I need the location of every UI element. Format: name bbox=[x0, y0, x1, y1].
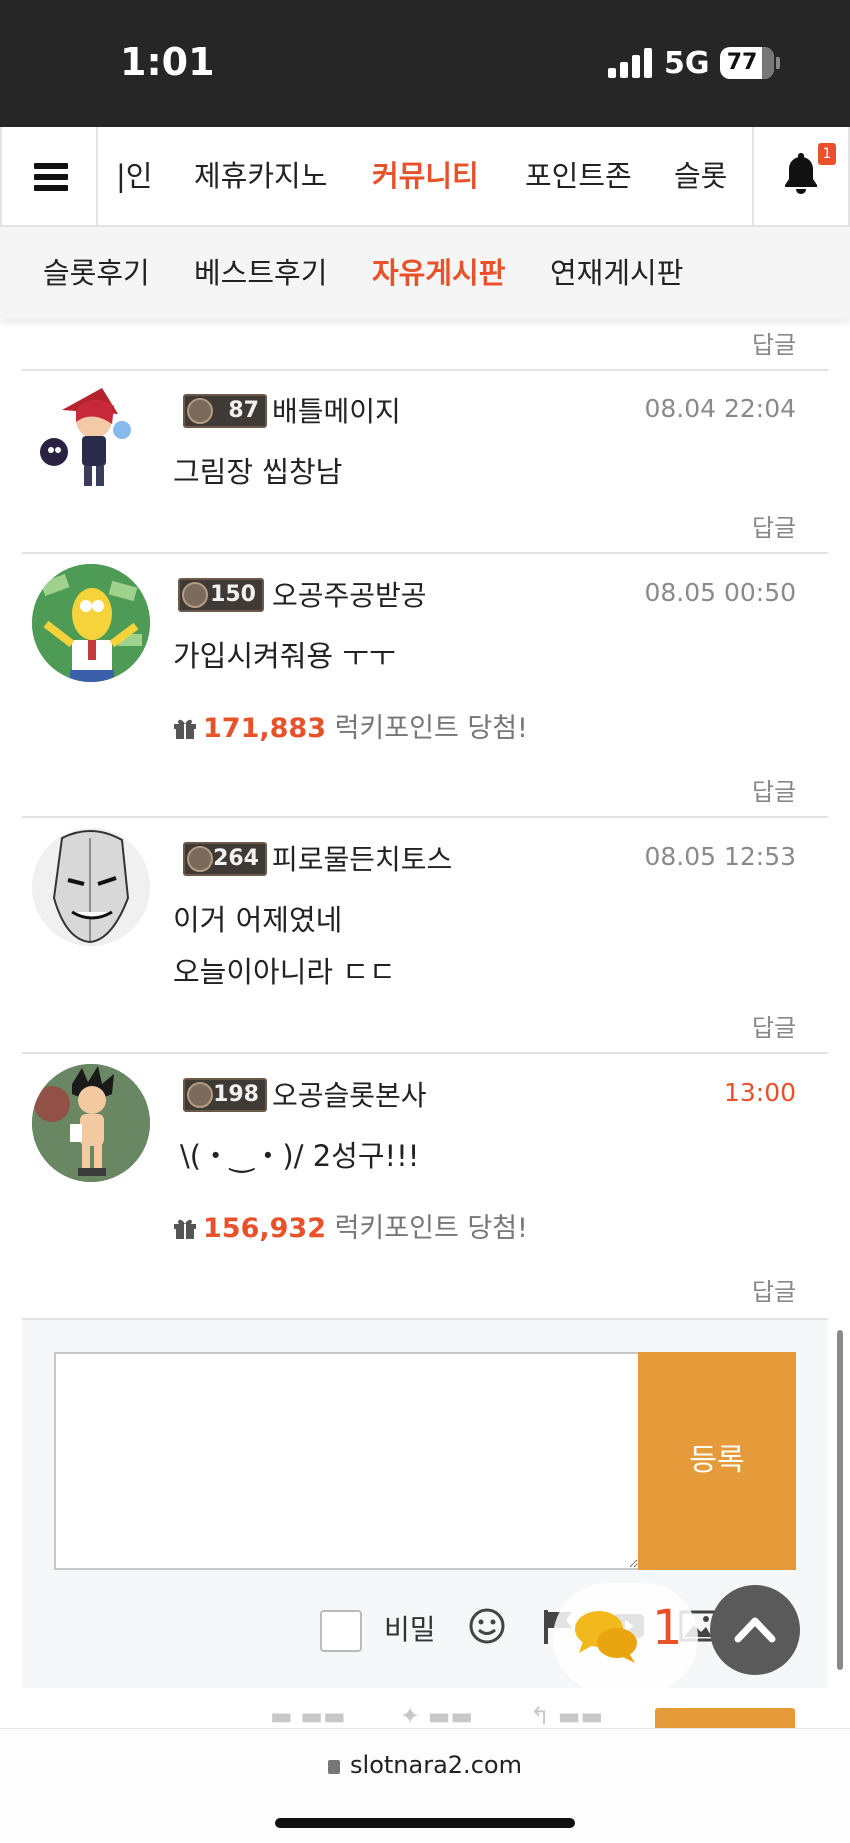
prize-text: 럭키포인트 당첨! bbox=[334, 1213, 528, 1244]
status-bar: 1:01 5G 77 bbox=[0, 0, 850, 127]
battery-level: 77 bbox=[726, 50, 758, 75]
tab-best-review[interactable]: 베스트후기 bbox=[194, 227, 327, 319]
comment-text: \(・‿・)/ 2성구!!! bbox=[180, 1139, 420, 1173]
secret-checkbox[interactable] bbox=[320, 1610, 362, 1652]
tab-series-board[interactable]: 연재게시판 bbox=[550, 227, 683, 319]
lucky-point-prize: 156,932 럭키포인트 당첨! bbox=[173, 1206, 528, 1245]
notification-button[interactable]: 1 bbox=[752, 127, 848, 225]
sub-nav: 슬롯후기 베스트후기 자유게시판 연재게시판 bbox=[0, 227, 850, 319]
gift-icon bbox=[174, 1219, 196, 1239]
level-badge: 87 bbox=[183, 394, 267, 428]
bell-icon bbox=[785, 153, 817, 194]
rank-emblem-icon bbox=[187, 846, 213, 872]
comment-input[interactable] bbox=[54, 1352, 640, 1570]
submit-comment-button[interactable]: 등록 bbox=[638, 1352, 796, 1570]
comment-nickname[interactable]: 오공주공받공 bbox=[272, 574, 427, 614]
rank-emblem-icon bbox=[182, 582, 208, 608]
prize-points: 171,883 bbox=[203, 713, 326, 744]
list-button[interactable]: ▬ ▬▬ bbox=[270, 1702, 346, 1728]
avatar[interactable] bbox=[32, 1064, 150, 1182]
battery-icon: 77 bbox=[720, 47, 774, 79]
reply-link[interactable]: 답글 bbox=[752, 772, 796, 807]
signal-icon bbox=[608, 48, 654, 78]
board-actions-row: ▬ ▬▬ ✦ ▬▬ ↰ ▬▬ bbox=[0, 1688, 850, 1728]
recommend-button[interactable]: ✦ ▬▬ bbox=[400, 1702, 473, 1728]
secret-label: 비밀 bbox=[384, 1613, 436, 1646]
browser-bar: slotnara2.com bbox=[0, 1728, 850, 1843]
page-scrollbar[interactable] bbox=[837, 1330, 843, 1670]
comment-nickname[interactable]: 피로물든치토스 bbox=[272, 838, 452, 878]
comment-text-line-1: 이거 어제였네 bbox=[173, 903, 343, 937]
tab-free-board[interactable]: 자유게시판 bbox=[372, 227, 505, 319]
reply-link[interactable]: 답글 bbox=[752, 1272, 796, 1307]
battery-tip bbox=[776, 57, 780, 69]
comment-nickname[interactable]: 오공슬롯본사 bbox=[272, 1074, 427, 1114]
comment-divider bbox=[22, 552, 828, 554]
chevron-up-icon bbox=[734, 1617, 776, 1643]
nav-item-partner-casino[interactable]: 제휴카지노 bbox=[194, 127, 327, 225]
comment-divider bbox=[22, 1052, 828, 1054]
level-badge: 150 bbox=[178, 578, 264, 612]
rank-emblem-icon bbox=[187, 398, 213, 424]
notification-badge: 1 bbox=[818, 143, 836, 165]
avatar[interactable] bbox=[32, 564, 150, 682]
comment-divider bbox=[22, 816, 828, 818]
lucky-point-prize: 171,883 럭키포인트 당첨! bbox=[173, 706, 528, 745]
comment-time: 13:00 bbox=[723, 1078, 796, 1107]
lock-icon bbox=[328, 1760, 341, 1774]
nav-item-point-zone[interactable]: 포인트존 bbox=[525, 127, 632, 225]
address-bar[interactable]: slotnara2.com bbox=[0, 1751, 850, 1779]
network-type: 5G bbox=[664, 46, 710, 81]
scroll-to-top-button[interactable] bbox=[710, 1585, 800, 1675]
chat-count: 1 bbox=[652, 1600, 683, 1656]
comment-time: 08.05 00:50 bbox=[644, 578, 796, 607]
level-number: 150 bbox=[210, 582, 256, 607]
hamburger-menu-button[interactable] bbox=[2, 127, 98, 225]
level-number: 264 bbox=[213, 846, 259, 871]
nav-item-login[interactable]: |인 bbox=[116, 127, 152, 225]
reply-link[interactable]: 답글 bbox=[752, 1008, 796, 1043]
gift-icon bbox=[174, 719, 196, 739]
level-badge: 198 bbox=[183, 1078, 267, 1112]
home-indicator bbox=[275, 1818, 575, 1828]
prize-points: 156,932 bbox=[203, 1213, 326, 1244]
emoji-icon[interactable] bbox=[467, 1606, 507, 1646]
comment-divider bbox=[22, 369, 828, 371]
prize-text: 럭키포인트 당첨! bbox=[334, 713, 528, 744]
status-time: 1:01 bbox=[120, 40, 215, 84]
tab-slot-review[interactable]: 슬롯후기 bbox=[43, 227, 150, 319]
avatar[interactable] bbox=[32, 828, 150, 946]
url-text: slotnara2.com bbox=[350, 1751, 522, 1779]
reply-link[interactable]: 답글 bbox=[752, 508, 796, 543]
write-post-button[interactable] bbox=[655, 1708, 795, 1728]
nav-item-community[interactable]: 커뮤니티 bbox=[372, 127, 479, 225]
level-badge: 264 bbox=[183, 842, 267, 876]
comment-nickname[interactable]: 배틀메이지 bbox=[272, 390, 401, 430]
comment-text: 가입시켜줘용 ㅜㅜ bbox=[173, 639, 396, 673]
avatar[interactable] bbox=[32, 380, 150, 498]
main-nav: |인 제휴카지노 커뮤니티 포인트존 슬롯 1 bbox=[0, 127, 850, 227]
nav-item-slot[interactable]: 슬롯 bbox=[674, 127, 727, 225]
comment-text-line-2: 오늘이아니라 ㄷㄷ bbox=[173, 955, 396, 989]
chat-bubbles-icon bbox=[575, 1611, 637, 1663]
comment-text: 그림장 씹창남 bbox=[173, 455, 343, 489]
rank-emblem-icon bbox=[187, 1082, 213, 1108]
main-nav-scroller[interactable]: |인 제휴카지노 커뮤니티 포인트존 슬롯 bbox=[98, 127, 756, 225]
reply-button[interactable]: ↰ ▬▬ bbox=[530, 1702, 603, 1728]
level-number: 198 bbox=[213, 1082, 259, 1107]
comment-write-form: 등록 비밀 bbox=[22, 1318, 828, 1688]
level-number: 87 bbox=[228, 398, 259, 423]
comment-time: 08.05 12:53 bbox=[644, 842, 796, 871]
reply-link[interactable]: 답글 bbox=[752, 325, 796, 360]
comment-time: 08.04 22:04 bbox=[644, 394, 796, 423]
